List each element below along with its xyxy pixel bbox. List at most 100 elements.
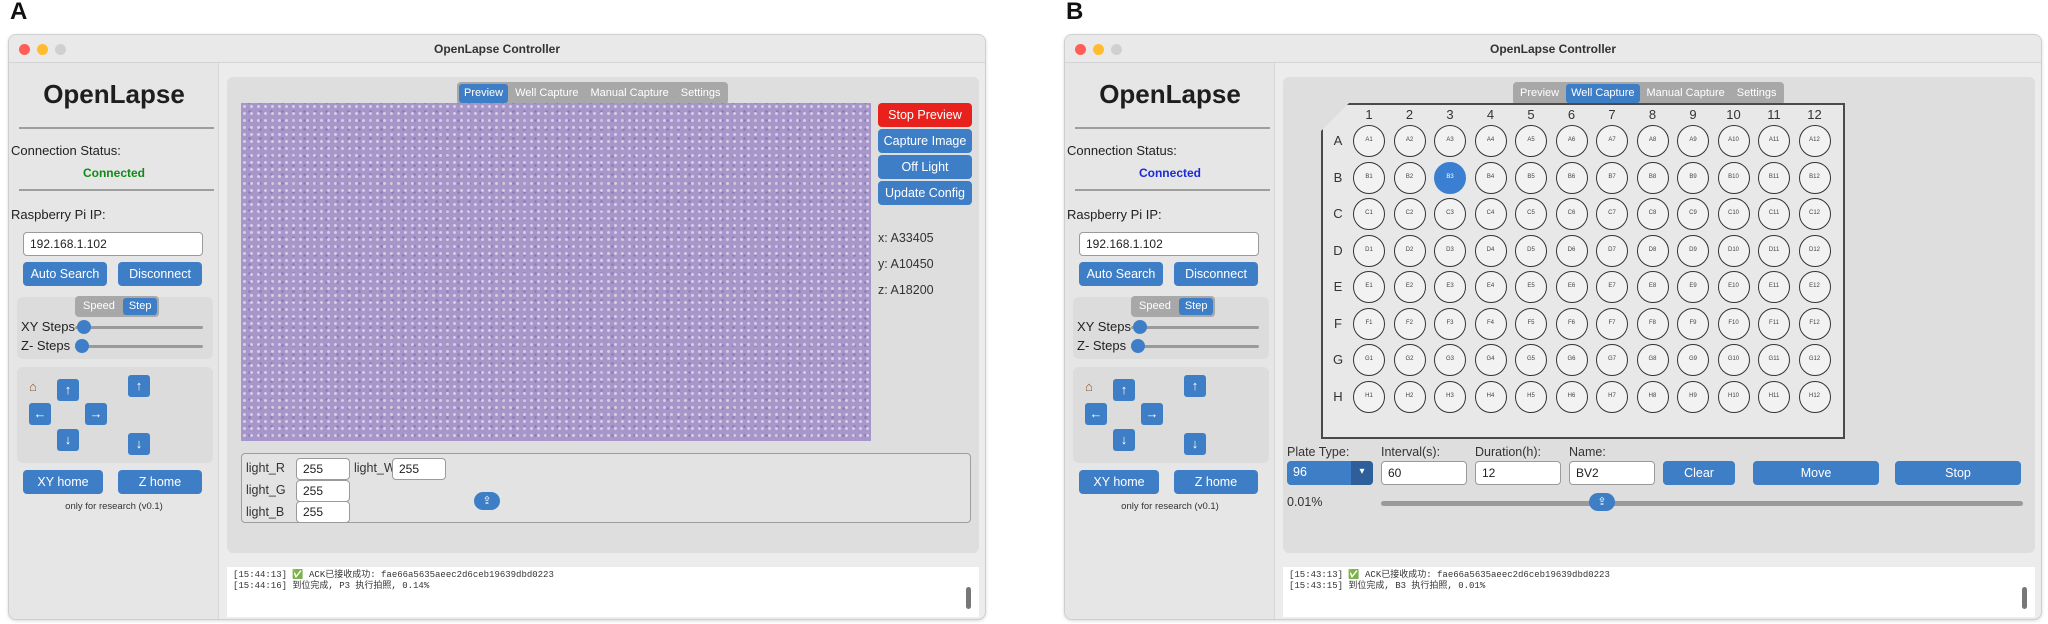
well-g8[interactable]: G8 [1636, 344, 1669, 376]
z-steps-slider-knob[interactable] [75, 339, 89, 353]
well-c5[interactable]: C5 [1515, 198, 1547, 230]
well-d3[interactable]: D3 [1434, 234, 1466, 267]
well-c6[interactable]: C6 [1555, 198, 1588, 230]
well-f4[interactable]: F4 [1474, 307, 1507, 340]
move-left-button[interactable]: ← [29, 403, 51, 425]
tab-well-capture[interactable]: Well Capture [510, 84, 583, 103]
well-h10[interactable]: H10 [1717, 380, 1750, 413]
z-up-button[interactable]: ↑ [1184, 375, 1206, 397]
move-down-button[interactable]: ↓ [1113, 429, 1135, 451]
well-e2[interactable]: E2 [1393, 271, 1426, 303]
move-up-button[interactable]: ↑ [57, 379, 79, 401]
auto-search-button[interactable]: Auto Search [23, 262, 107, 286]
move-up-button[interactable]: ↑ [1113, 379, 1135, 401]
well-f6[interactable]: F6 [1555, 307, 1588, 340]
well-c9[interactable]: C9 [1677, 198, 1709, 230]
xy-home-button[interactable]: XY home [1079, 470, 1159, 494]
well-d8[interactable]: D8 [1636, 234, 1669, 267]
collapse-icon[interactable]: ⇪ [474, 492, 500, 510]
mode-step[interactable]: Step [1178, 298, 1214, 315]
well-g9[interactable]: G9 [1677, 344, 1709, 376]
well-g2[interactable]: G2 [1393, 344, 1426, 376]
mode-step[interactable]: Step [122, 298, 158, 315]
well-e3[interactable]: E3 [1434, 271, 1466, 303]
well-a8[interactable]: A8 [1636, 125, 1669, 157]
well-a3[interactable]: A3 [1434, 125, 1466, 157]
well-b6[interactable]: B6 [1555, 161, 1588, 194]
well-h7[interactable]: H7 [1596, 380, 1628, 413]
xy-steps-slider[interactable] [75, 326, 203, 329]
home-icon[interactable]: ⌂ [1085, 379, 1093, 394]
well-d9[interactable]: D9 [1677, 234, 1709, 267]
light-r-input[interactable]: 255 [296, 458, 350, 480]
well-g12[interactable]: G12 [1798, 344, 1831, 376]
move-down-button[interactable]: ↓ [57, 429, 79, 451]
well-e5[interactable]: E5 [1515, 271, 1547, 303]
well-b12[interactable]: B12 [1798, 161, 1831, 194]
off-light-button[interactable]: Off Light [878, 155, 972, 179]
well-d12[interactable]: D12 [1798, 234, 1831, 267]
z-steps-slider[interactable] [75, 345, 203, 348]
tab-settings[interactable]: Settings [676, 84, 726, 103]
well-h5[interactable]: H5 [1515, 380, 1547, 413]
well-a11[interactable]: A11 [1758, 125, 1790, 157]
disconnect-button[interactable]: Disconnect [1174, 262, 1258, 286]
well-a4[interactable]: A4 [1474, 125, 1507, 157]
log-scrollbar[interactable] [2022, 587, 2027, 609]
well-f12[interactable]: F12 [1798, 307, 1831, 340]
z-down-button[interactable]: ↓ [1184, 433, 1206, 455]
well-g1[interactable]: G1 [1353, 344, 1385, 376]
well-h12[interactable]: H12 [1798, 380, 1831, 413]
auto-search-button[interactable]: Auto Search [1079, 262, 1163, 286]
chevron-down-icon[interactable]: ▾ [1351, 461, 1373, 485]
well-e4[interactable]: E4 [1474, 271, 1507, 303]
well-f9[interactable]: F9 [1677, 307, 1709, 340]
well-d4[interactable]: D4 [1474, 234, 1507, 267]
well-f3[interactable]: F3 [1434, 307, 1466, 340]
disconnect-button[interactable]: Disconnect [118, 262, 202, 286]
tab-manual-capture[interactable]: Manual Capture [586, 84, 674, 103]
z-steps-slider-knob[interactable] [1131, 339, 1145, 353]
well-e10[interactable]: E10 [1717, 271, 1750, 303]
well-g7[interactable]: G7 [1596, 344, 1628, 376]
well-h2[interactable]: H2 [1393, 380, 1426, 413]
mode-toggle[interactable]: Speed Step [1131, 296, 1216, 317]
well-h6[interactable]: H6 [1555, 380, 1588, 413]
well-e7[interactable]: E7 [1596, 271, 1628, 303]
collapse-icon[interactable]: ⇪ [1589, 493, 1615, 511]
z-up-button[interactable]: ↑ [128, 375, 150, 397]
interval-input[interactable]: 60 [1381, 461, 1467, 485]
well-e11[interactable]: E11 [1758, 271, 1790, 303]
well-h3[interactable]: H3 [1434, 380, 1466, 413]
well-e9[interactable]: E9 [1677, 271, 1709, 303]
plate-type-select[interactable]: 96 ▾ [1287, 461, 1373, 485]
well-g11[interactable]: G11 [1758, 344, 1790, 376]
well-c7[interactable]: C7 [1596, 198, 1628, 230]
well-g5[interactable]: G5 [1515, 344, 1547, 376]
well-c10[interactable]: C10 [1717, 198, 1750, 230]
move-button[interactable]: Move [1753, 461, 1879, 485]
well-c3[interactable]: C3 [1434, 198, 1466, 230]
well-h8[interactable]: H8 [1636, 380, 1669, 413]
tab-manual-capture[interactable]: Manual Capture [1642, 84, 1730, 103]
well-b9[interactable]: B9 [1677, 161, 1709, 194]
well-a1[interactable]: A1 [1353, 125, 1385, 157]
well-f5[interactable]: F5 [1515, 307, 1547, 340]
well-b11[interactable]: B11 [1758, 161, 1790, 194]
tab-preview[interactable]: Preview [1515, 84, 1564, 103]
well-f8[interactable]: F8 [1636, 307, 1669, 340]
well-a9[interactable]: A9 [1677, 125, 1709, 157]
mode-speed[interactable]: Speed [1133, 298, 1177, 315]
well-c8[interactable]: C8 [1636, 198, 1669, 230]
z-home-button[interactable]: Z home [1174, 470, 1258, 494]
stop-button[interactable]: Stop [1895, 461, 2021, 485]
well-h4[interactable]: H4 [1474, 380, 1507, 413]
update-config-button[interactable]: Update Config [878, 181, 972, 205]
move-left-button[interactable]: ← [1085, 403, 1107, 425]
well-g3[interactable]: G3 [1434, 344, 1466, 376]
well-f11[interactable]: F11 [1758, 307, 1790, 340]
well-h1[interactable]: H1 [1353, 380, 1385, 413]
well-g10[interactable]: G10 [1717, 344, 1750, 376]
well-b10[interactable]: B10 [1717, 161, 1750, 194]
well-c1[interactable]: C1 [1353, 198, 1385, 230]
